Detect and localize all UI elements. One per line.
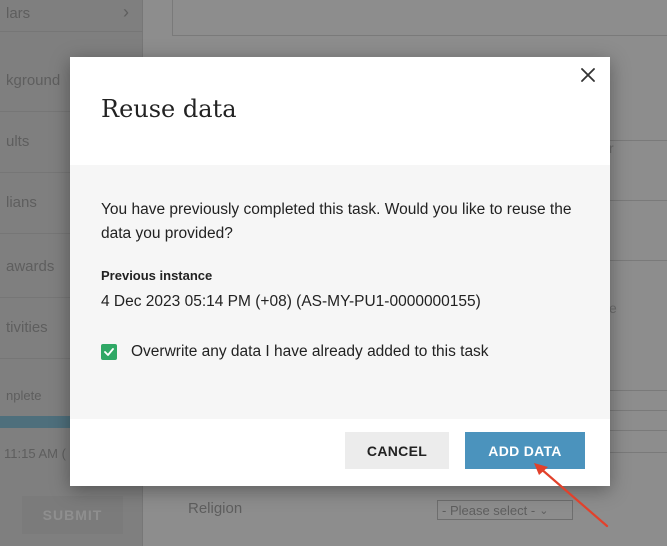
divider [610, 200, 667, 201]
overwrite-checkbox[interactable] [101, 344, 117, 360]
divider [610, 260, 667, 261]
religion-label: Religion [188, 500, 243, 517]
sidebar-item-label: ults [6, 133, 30, 150]
cancel-button[interactable]: CANCEL [345, 432, 449, 469]
dialog-message: You have previously completed this task.… [101, 201, 572, 242]
dialog-title: Reuse data [101, 95, 237, 123]
completion-status-label: nplete [6, 388, 42, 403]
close-icon [581, 68, 595, 82]
last-saved-timestamp: 11:15 AM ( [4, 446, 66, 461]
annotation-arrow-icon [534, 463, 609, 528]
main-header-area [172, 0, 667, 36]
close-button[interactable] [576, 63, 600, 87]
sidebar-item-label: kground [6, 72, 61, 89]
chevron-right-icon: › [123, 2, 129, 22]
sidebar-item-label: awards [6, 258, 55, 275]
divider [610, 430, 667, 431]
divider [610, 140, 667, 141]
sidebar-item-label: tivities [6, 319, 48, 336]
clipped-text: e [609, 300, 617, 316]
previous-instance-value: 4 Dec 2023 05:14 PM (+08) (AS-MY-PU1-000… [101, 293, 481, 310]
divider [610, 452, 667, 453]
overwrite-checkbox-label: Overwrite any data I have already added … [131, 343, 489, 360]
overwrite-checkbox-row[interactable]: Overwrite any data I have already added … [101, 343, 489, 361]
submit-button[interactable]: SUBMIT [22, 496, 123, 534]
previous-instance-label: Previous instance [101, 268, 213, 283]
reuse-data-dialog: Reuse data You have previously completed… [70, 57, 610, 486]
divider [610, 390, 667, 391]
check-icon [104, 348, 114, 356]
divider [610, 410, 667, 411]
sidebar-item-label: lars [6, 5, 31, 22]
dialog-header: Reuse data [70, 57, 610, 165]
sidebar-item-particulars[interactable]: lars › [0, 0, 143, 32]
sidebar-item-label: lians [6, 194, 37, 211]
